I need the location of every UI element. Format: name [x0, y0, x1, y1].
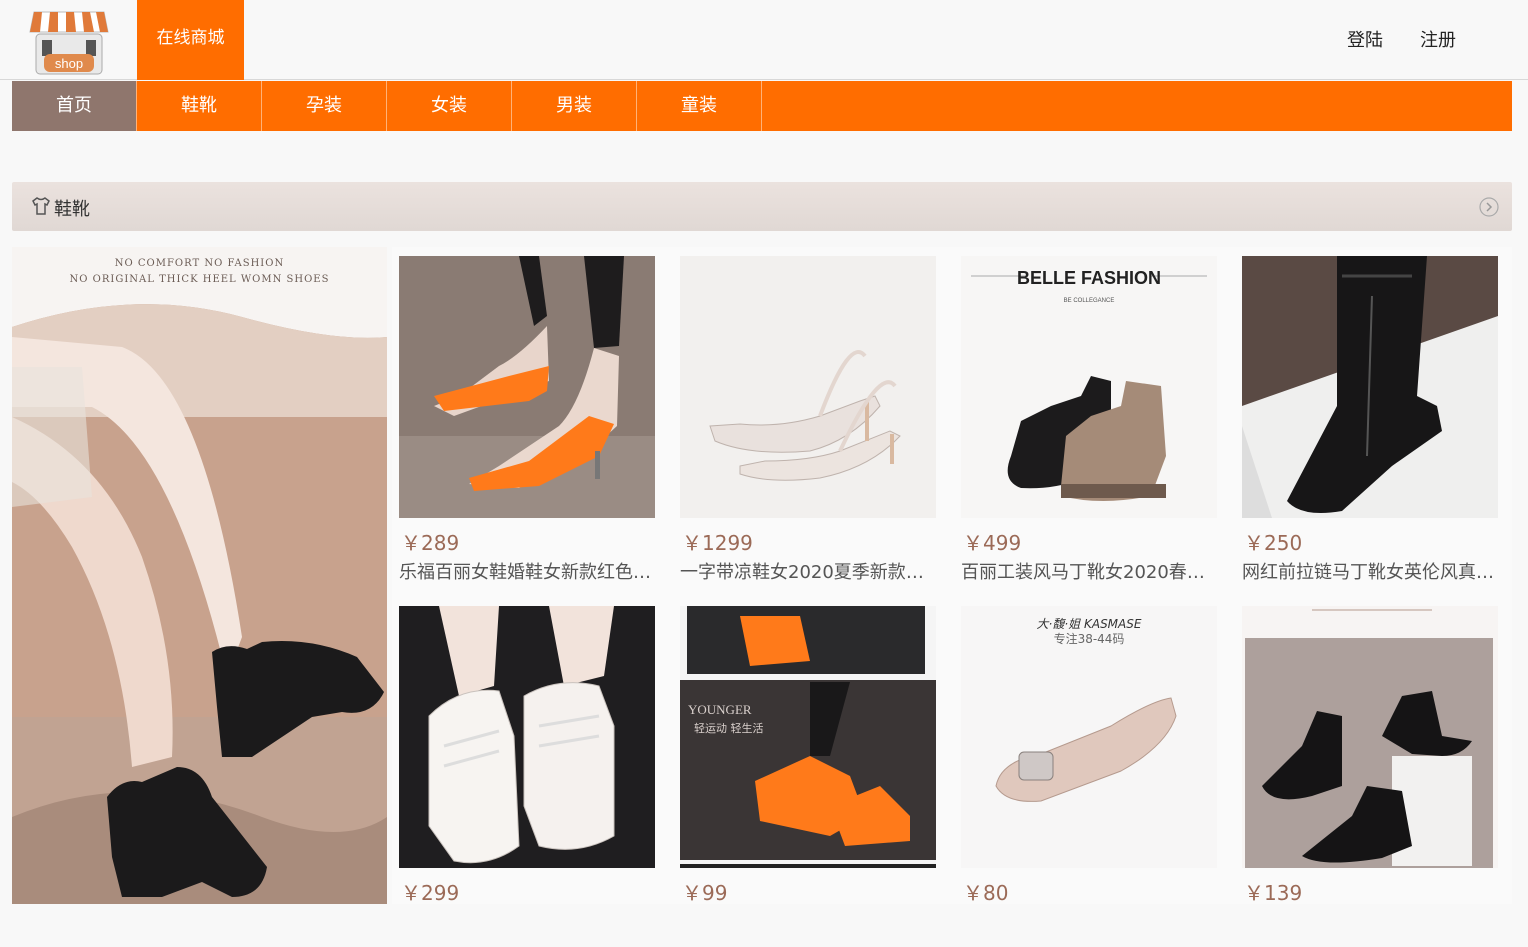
product-name[interactable]: 网红前拉链马丁靴女英伦风真…	[1242, 558, 1500, 584]
product-card[interactable]: ￥299	[392, 597, 658, 947]
product-price: ￥99	[682, 881, 728, 905]
product-image[interactable]	[680, 256, 936, 518]
top-bar: shop 在线商城 登陆 注册	[0, 0, 1528, 80]
login-link[interactable]: 登陆	[1347, 26, 1383, 52]
product-price: ￥299	[401, 881, 460, 905]
product-image[interactable]	[399, 606, 655, 868]
main-nav: 首页 鞋靴 孕装 女装 男装 童装	[12, 81, 1512, 131]
product-price: ￥1299	[682, 531, 753, 555]
product-price: ￥289	[401, 531, 460, 555]
image-brand-text: YOUNGER	[688, 702, 752, 717]
nav-item-men[interactable]: 男装	[512, 81, 637, 131]
promo-banner[interactable]: NO COMFORT NO FASHION NO ORIGINAL THICK …	[12, 247, 387, 904]
image-brand-subtext: 专注38-44码	[1054, 631, 1125, 646]
product-card[interactable]: YOUNGER 轻运动 轻生活 ￥99	[673, 597, 939, 947]
product-card[interactable]: BELLE FASHION BE COLLEGANCE ￥499 百丽工装风马丁…	[954, 247, 1220, 597]
product-image[interactable]: BELLE FASHION BE COLLEGANCE	[961, 256, 1217, 518]
chevron-right-circle-icon[interactable]	[1479, 197, 1499, 217]
product-card[interactable]: ￥1299 一字带凉鞋女2020夏季新款白…	[673, 247, 939, 597]
image-brand-text: 大·馥·姐 KASMASE	[1037, 617, 1142, 631]
nav-item-maternity[interactable]: 孕装	[262, 81, 387, 131]
nav-item-kids[interactable]: 童装	[637, 81, 762, 131]
logo-text: shop	[55, 56, 83, 71]
section-title: 鞋靴	[54, 199, 90, 220]
image-brand-subtext: 轻运动 轻生活	[694, 721, 764, 735]
product-price: ￥80	[963, 881, 1009, 905]
register-link[interactable]: 注册	[1420, 26, 1456, 52]
site-name[interactable]: 在线商城	[137, 0, 244, 80]
product-image[interactable]	[1242, 606, 1498, 868]
nav-item-shoes[interactable]: 鞋靴	[137, 81, 262, 131]
banner-subtagline: NO ORIGINAL THICK HEEL WOMN SHOES	[69, 274, 330, 285]
product-name[interactable]: 乐福百丽女鞋婚鞋女新款红色…	[399, 558, 657, 584]
image-brand-text: BELLE FASHION	[1017, 268, 1161, 288]
banner-tagline: NO COMFORT NO FASHION	[114, 258, 285, 269]
nav-item-home[interactable]: 首页	[12, 81, 137, 131]
product-image[interactable]: YOUNGER 轻运动 轻生活	[680, 606, 936, 868]
shirt-icon	[32, 197, 50, 215]
section-header: 鞋靴	[12, 182, 1512, 231]
product-card[interactable]: 大·馥·姐 KASMASE 专注38-44码 ￥80	[954, 597, 1220, 947]
banner-image	[12, 304, 387, 904]
product-image[interactable]	[399, 256, 655, 518]
product-name[interactable]: 一字带凉鞋女2020夏季新款白…	[680, 558, 938, 584]
product-price: ￥250	[1244, 531, 1303, 555]
product-card[interactable]: ￥250 网红前拉链马丁靴女英伦风真…	[1235, 247, 1501, 597]
product-image[interactable]: 大·馥·姐 KASMASE 专注38-44码	[961, 606, 1217, 868]
product-price: ￥499	[963, 531, 1022, 555]
product-name[interactable]: 百丽工装风马丁靴女2020春季…	[961, 558, 1219, 584]
nav-item-women[interactable]: 女装	[387, 81, 512, 131]
product-card[interactable]: ￥139	[1235, 597, 1501, 947]
image-brand-subtext: BE COLLEGANCE	[1064, 298, 1115, 304]
shop-logo[interactable]: shop	[28, 6, 110, 76]
product-price: ￥139	[1244, 881, 1303, 905]
product-grid: ￥289 乐福百丽女鞋婚鞋女新款红色… ￥1299 一字带凉鞋女2020夏季新款…	[392, 247, 1512, 905]
product-image[interactable]	[1242, 256, 1498, 518]
product-card[interactable]: ￥289 乐福百丽女鞋婚鞋女新款红色…	[392, 247, 658, 597]
